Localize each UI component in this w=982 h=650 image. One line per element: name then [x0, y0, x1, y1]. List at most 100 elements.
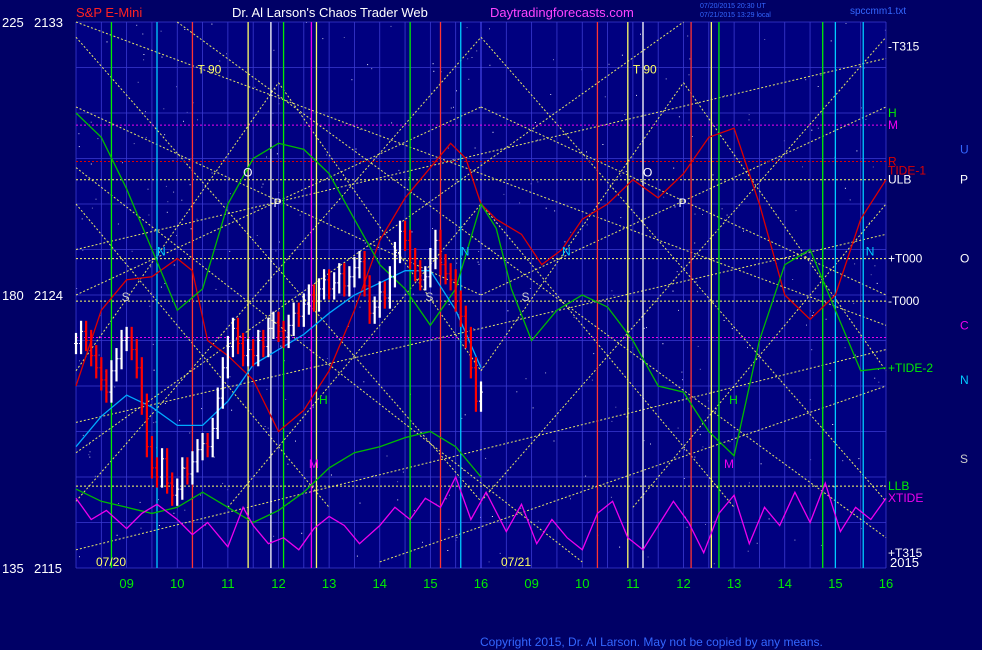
star-dot	[363, 381, 365, 383]
star-dot	[276, 153, 278, 155]
star-dot	[367, 64, 369, 66]
x-tick-label: 15	[423, 576, 437, 591]
star-dot	[721, 208, 723, 210]
star-dot	[830, 40, 832, 42]
star-dot	[619, 546, 621, 548]
star-dot	[295, 440, 296, 442]
star-dot	[794, 539, 796, 541]
star-dot	[678, 309, 679, 311]
star-dot	[144, 111, 146, 113]
star-dot	[615, 406, 617, 408]
star-dot	[748, 482, 750, 484]
star-dot	[359, 502, 361, 504]
star-dot	[876, 282, 878, 284]
star-dot	[261, 186, 263, 188]
star-dot	[682, 379, 684, 381]
star-dot	[287, 463, 289, 465]
star-dot	[165, 185, 167, 187]
star-dot	[585, 475, 587, 477]
star-dot	[211, 23, 213, 25]
star-dot	[273, 535, 275, 537]
star-dot	[164, 134, 166, 136]
star-dot	[411, 231, 413, 233]
star-dot	[473, 328, 475, 330]
star-dot	[553, 59, 554, 61]
star-dot	[456, 536, 458, 538]
star-dot	[160, 30, 162, 32]
star-dot	[474, 147, 476, 149]
star-dot	[98, 354, 100, 356]
star-dot	[90, 121, 92, 123]
star-dot	[256, 235, 258, 236]
timestamp-ut: 07/20/2015 20:30 UT	[700, 3, 766, 10]
star-dot	[825, 318, 827, 320]
right-level-label: +T000	[888, 252, 923, 266]
star-dot	[874, 265, 876, 267]
planet-label: O	[960, 252, 969, 266]
star-dot	[611, 420, 613, 422]
star-dot	[371, 68, 373, 70]
star-dot	[604, 96, 606, 98]
star-dot	[676, 271, 678, 273]
timestamp-local: 07/21/2015 13:29 local	[700, 12, 771, 19]
star-dot	[686, 526, 688, 528]
star-dot	[200, 494, 202, 496]
star-dot	[89, 451, 91, 453]
star-dot	[593, 353, 595, 355]
star-dot	[464, 414, 466, 416]
star-dot	[312, 406, 314, 408]
y-tick-label-left: 225	[2, 15, 24, 30]
star-dot	[274, 88, 276, 90]
star-dot	[699, 368, 701, 370]
star-dot	[665, 78, 667, 80]
star-dot	[858, 458, 860, 460]
star-dot	[153, 422, 155, 424]
planet-label: N	[960, 373, 969, 387]
star-dot	[402, 471, 404, 473]
in-chart-label: M	[309, 457, 319, 471]
right-level-label: ULB	[888, 173, 911, 187]
star-dot	[118, 503, 120, 504]
star-dot	[488, 561, 490, 563]
star-dot	[640, 33, 641, 35]
in-chart-label: P	[678, 196, 686, 210]
star-dot	[694, 213, 696, 215]
star-dot	[854, 263, 856, 265]
star-dot	[697, 345, 699, 347]
star-dot	[91, 207, 93, 209]
instrument-label: S&P E-Mini	[76, 5, 142, 20]
x-tick-label: 10	[170, 576, 184, 591]
right-level-label: +TIDE-2	[888, 361, 933, 375]
star-dot	[713, 563, 715, 565]
star-dot	[620, 175, 622, 177]
star-dot	[865, 119, 867, 120]
star-dot	[139, 501, 141, 503]
star-dot	[364, 242, 366, 244]
star-dot	[520, 507, 522, 509]
star-dot	[820, 74, 822, 76]
star-dot	[160, 286, 162, 288]
star-dot	[90, 163, 92, 165]
star-dot	[273, 49, 275, 51]
star-dot	[702, 446, 704, 448]
star-dot	[299, 214, 301, 216]
right-level-label: -T315	[888, 39, 920, 53]
star-dot	[570, 231, 572, 233]
star-dot	[140, 527, 142, 529]
star-dot	[870, 274, 872, 276]
star-dot	[161, 56, 163, 58]
star-dot	[183, 120, 184, 122]
x-tick-label: 12	[676, 576, 690, 591]
star-dot	[79, 360, 80, 362]
star-dot	[211, 172, 213, 174]
star-dot	[148, 214, 150, 216]
star-dot	[173, 264, 175, 266]
right-level-label: M	[888, 118, 898, 132]
star-dot	[545, 372, 547, 374]
star-dot	[359, 306, 361, 308]
star-dot	[150, 266, 152, 268]
y-tick-label-left: 135	[2, 561, 24, 576]
star-dot	[452, 159, 454, 161]
in-chart-label: S	[122, 290, 130, 304]
star-dot	[173, 512, 175, 514]
